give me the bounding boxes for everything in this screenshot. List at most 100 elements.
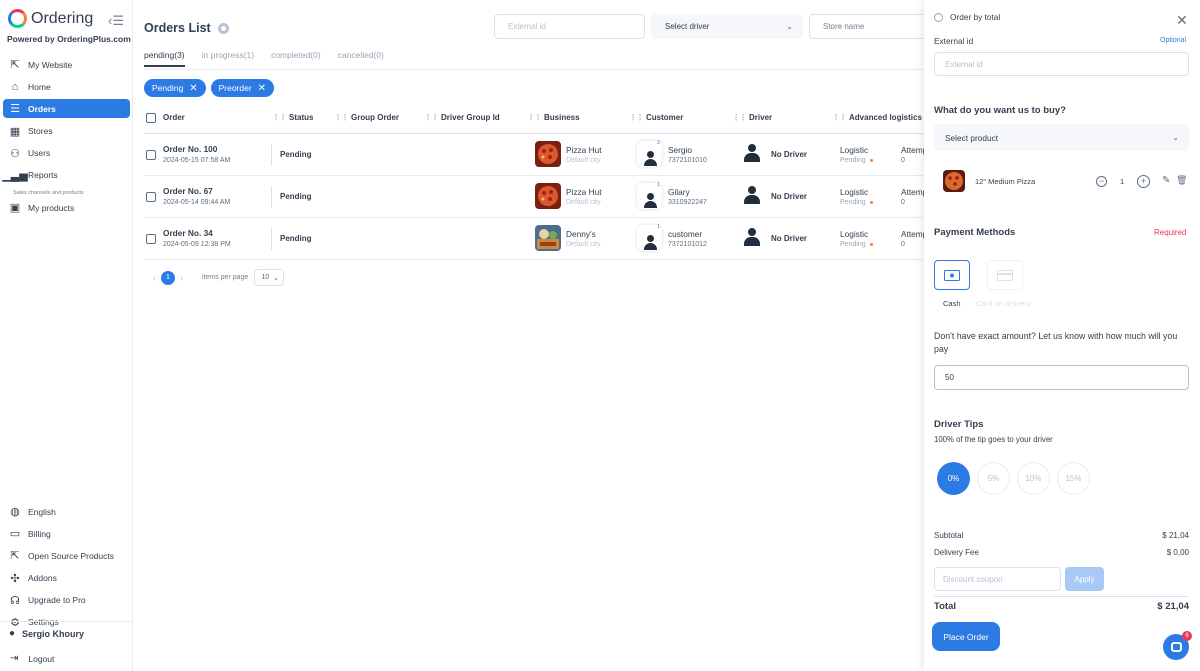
- increase-quantity-button[interactable]: +: [1137, 175, 1150, 188]
- page-title: Orders List: [144, 21, 229, 35]
- sidebar-item-label: Open Source Products: [28, 550, 114, 561]
- sidebar-item-my-products[interactable]: ▣ My products: [3, 198, 130, 217]
- drag-handle-icon[interactable]: ⋮⋮: [424, 113, 439, 122]
- product-select[interactable]: Select product ⌄: [934, 124, 1189, 151]
- sidebar-item-my-website[interactable]: ⇱ My Website: [3, 55, 130, 74]
- store-name-input[interactable]: Store name: [809, 14, 929, 39]
- tab-in-progress[interactable]: in progress(1): [202, 50, 254, 67]
- customer-order-count: 1: [657, 182, 660, 188]
- column-status[interactable]: ⋮⋮ Status: [272, 113, 313, 122]
- powered-by: Powered by OrderingPlus.com: [7, 34, 131, 44]
- column-driver[interactable]: ⋮⋮ Driver: [732, 113, 772, 122]
- drag-handle-icon[interactable]: ⋮⋮: [272, 113, 287, 122]
- user-profile[interactable]: ● Sergio Khoury: [9, 628, 84, 639]
- business-logo: [535, 225, 561, 251]
- sidebar-item-home[interactable]: ⌂ Home: [3, 77, 130, 96]
- drag-handle-icon[interactable]: ⋮⋮: [527, 113, 542, 122]
- column-advanced-logistics[interactable]: ⋮⋮ Advanced logistics: [832, 113, 922, 122]
- external-link-icon: ⇱: [10, 59, 20, 71]
- row-checkbox[interactable]: [146, 192, 156, 202]
- brand[interactable]: Ordering: [8, 9, 93, 28]
- column-group-order[interactable]: ⋮⋮ Group Order: [334, 113, 399, 122]
- row-checkbox[interactable]: [146, 150, 156, 160]
- chip-label: Preorder: [218, 83, 252, 93]
- logistic-label: Logistic: [840, 145, 869, 155]
- sidebar-item-label: Orders: [28, 103, 56, 114]
- table-header: Order ⋮⋮ Status ⋮⋮ Group Order ⋮⋮ Driver Gr…: [144, 110, 924, 134]
- sidebar-item-reports[interactable]: ▁▃▅ Reports: [2, 166, 130, 185]
- business-city: Default city: [566, 241, 601, 248]
- tip-option-5[interactable]: 5%: [977, 462, 1010, 495]
- column-label: Driver: [749, 113, 773, 122]
- logout-button[interactable]: ⇥ Logout: [10, 653, 54, 664]
- close-icon[interactable]: ✕: [189, 83, 197, 94]
- trash-icon[interactable]: 🗑: [1176, 175, 1187, 186]
- tip-option-15[interactable]: 15%: [1057, 462, 1090, 495]
- customer-order-count: 1: [657, 224, 660, 230]
- order-number: Order No. 67: [163, 186, 213, 196]
- pay-cash-option[interactable]: [934, 260, 970, 290]
- chat-launcher-button[interactable]: 6: [1163, 631, 1192, 660]
- exact-amount-text: Don't have exact amount? Let us know wit…: [934, 331, 1178, 354]
- close-icon[interactable]: ✕: [258, 83, 266, 94]
- chevron-down-icon: ⌄: [273, 274, 279, 282]
- globe-icon: ◍: [10, 506, 20, 518]
- drag-handle-icon[interactable]: ⋮⋮: [732, 113, 747, 122]
- drag-handle-icon[interactable]: ⋮⋮: [832, 113, 847, 122]
- column-order[interactable]: Order: [163, 113, 185, 122]
- page-number-button[interactable]: 1: [161, 270, 175, 285]
- tab-cancelled[interactable]: cancelled(0): [338, 50, 384, 67]
- table-row[interactable]: Order No. 34 2024-05-09 12:38 PM Pending…: [144, 218, 930, 260]
- cash-amount-input[interactable]: 50: [934, 365, 1189, 390]
- column-customer[interactable]: ⋮⋮ Customer: [629, 113, 683, 122]
- edit-pencil-icon[interactable]: ✎: [1162, 175, 1170, 186]
- sidebar-item-billing[interactable]: ▭ Billing: [3, 524, 130, 543]
- logout-icon: ⇥: [10, 653, 19, 664]
- apply-coupon-button[interactable]: Apply: [1065, 567, 1104, 591]
- driver-select[interactable]: Select driver ⌄: [651, 14, 803, 39]
- sidebar-item-users[interactable]: ⚇ Users: [3, 144, 130, 163]
- external-id-filter-input[interactable]: External id: [494, 14, 645, 39]
- close-icon[interactable]: ✕: [1176, 12, 1188, 29]
- sidebar-item-addons[interactable]: ✣ Addons: [3, 569, 130, 588]
- chip-pending[interactable]: Pending ✕: [144, 79, 206, 97]
- next-page-button[interactable]: ›: [180, 273, 183, 283]
- product-image: [943, 170, 965, 192]
- column-business[interactable]: ⋮⋮ Business: [527, 113, 580, 122]
- table-row[interactable]: Order No. 100 2024-05-15 07:58 AM Pendin…: [144, 134, 930, 176]
- collapse-sidebar-icon[interactable]: ‹☰: [108, 13, 124, 29]
- drag-handle-icon[interactable]: ⋮⋮: [629, 113, 644, 122]
- tip-option-10[interactable]: 10%: [1017, 462, 1050, 495]
- sidebar-item-open-source[interactable]: ⇱ Open Source Products: [3, 546, 130, 565]
- box-icon: ▣: [9, 202, 21, 215]
- sidebar-item-language[interactable]: ◍ English: [3, 502, 130, 521]
- customer-order-count: 2: [657, 140, 660, 146]
- drag-handle-icon[interactable]: ⋮⋮: [334, 113, 349, 122]
- prev-page-button[interactable]: ‹: [153, 273, 156, 283]
- order-by-total-radio[interactable]: [934, 13, 943, 22]
- select-all-checkbox[interactable]: [146, 113, 156, 123]
- tab-pending[interactable]: pending(3): [144, 50, 185, 67]
- decrease-quantity-button[interactable]: −: [1096, 176, 1107, 187]
- sidebar-item-stores[interactable]: ▦ Stores: [3, 122, 130, 141]
- tabs-divider: [144, 69, 924, 70]
- tip-option-0[interactable]: 0%: [937, 462, 970, 495]
- chip-preorder[interactable]: Preorder ✕: [210, 79, 275, 97]
- help-lifebuoy-icon[interactable]: [217, 22, 229, 34]
- items-per-page-select[interactable]: 10 ⌄: [254, 269, 285, 286]
- attempt-value: 0: [901, 199, 905, 206]
- place-order-button[interactable]: Place Order: [932, 622, 1000, 651]
- external-id-input[interactable]: External id: [934, 52, 1189, 76]
- sidebar-item-upgrade[interactable]: ☊ Upgrade to Pro: [3, 591, 130, 610]
- row-checkbox[interactable]: [146, 234, 156, 244]
- table-row[interactable]: Order No. 67 2024-05-14 09:44 AM Pending…: [144, 176, 930, 218]
- customer-phone: 7372101012: [668, 241, 707, 248]
- filter-chips: Pending ✕ Preorder ✕: [144, 79, 279, 97]
- attempt-value: 0: [901, 157, 905, 164]
- shop-icon: ▦: [9, 125, 21, 138]
- sidebar-item-orders[interactable]: ☰ Orders: [3, 99, 130, 119]
- column-driver-group-id[interactable]: ⋮⋮ Driver Group Id: [424, 113, 500, 122]
- tab-completed[interactable]: completed(0): [271, 50, 321, 67]
- discount-coupon-input[interactable]: Discount coupon: [934, 567, 1061, 591]
- pay-card-option[interactable]: [987, 260, 1023, 290]
